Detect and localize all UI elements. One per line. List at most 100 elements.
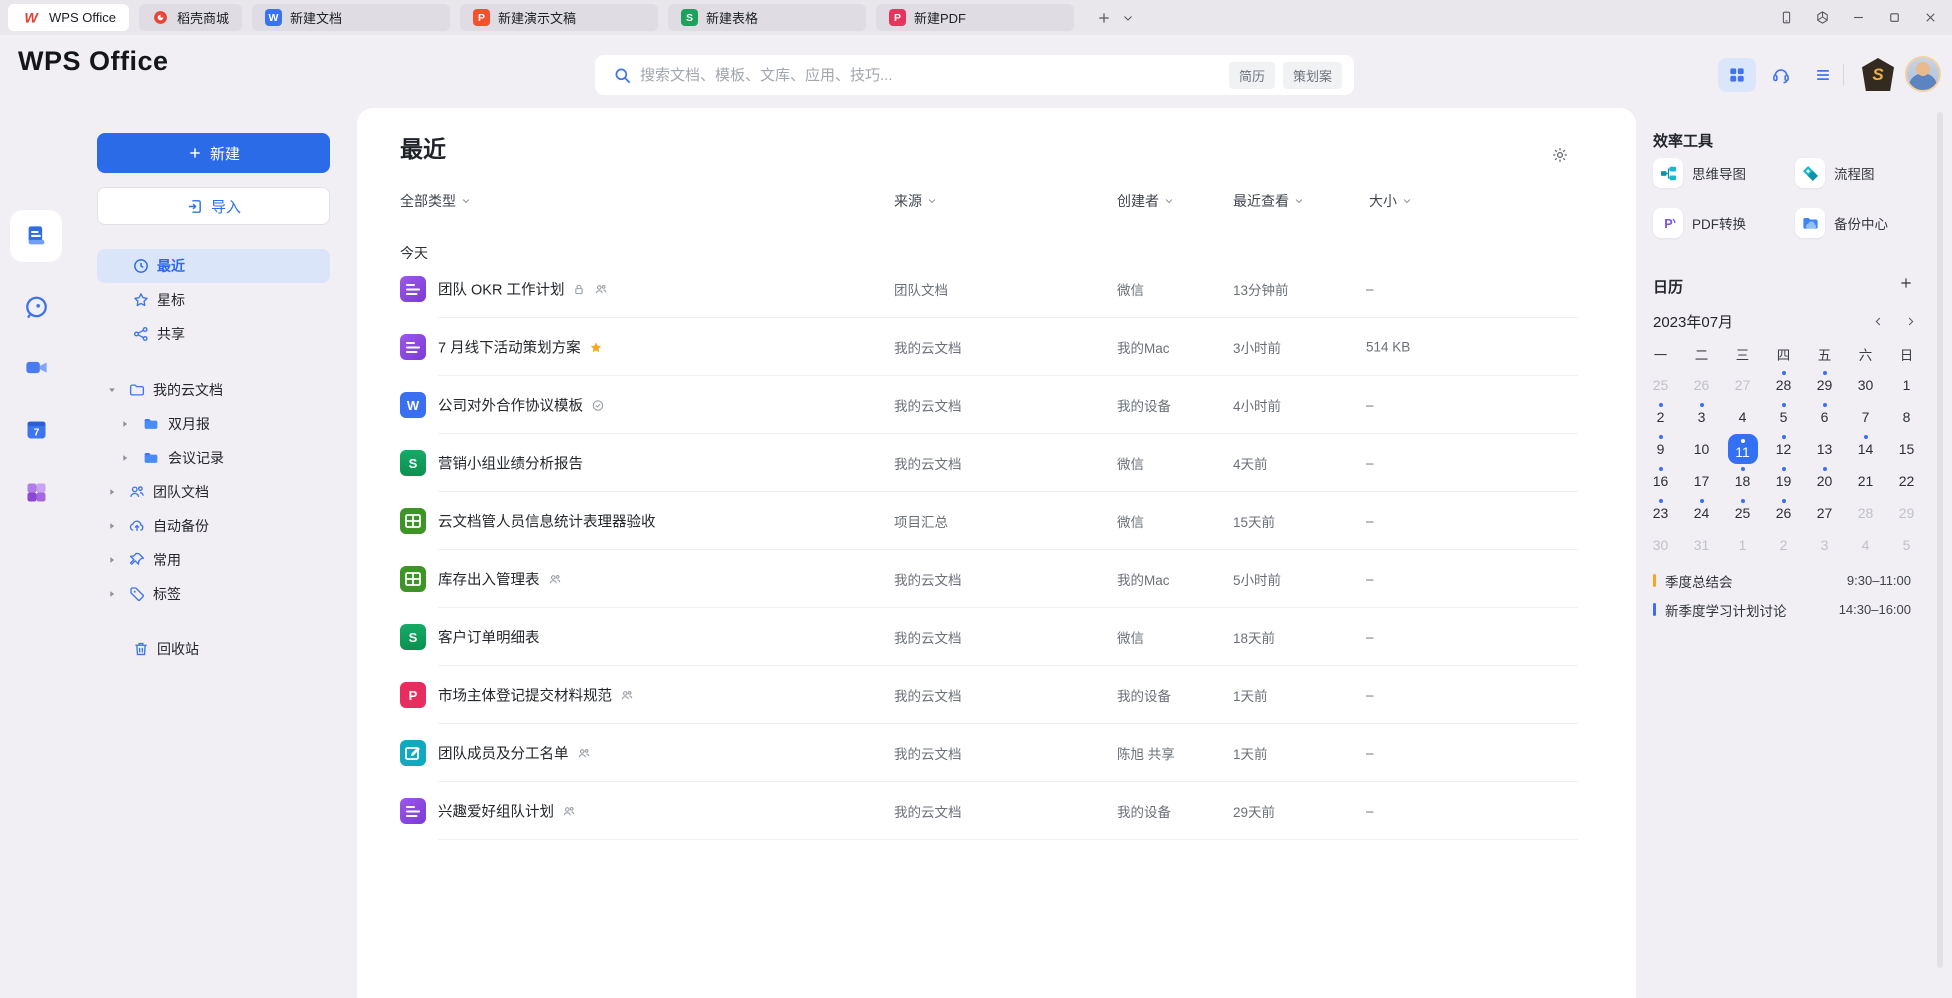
caret-right-icon[interactable] bbox=[107, 521, 117, 531]
rail-docs-button[interactable] bbox=[10, 210, 62, 262]
scrollbar[interactable] bbox=[1937, 112, 1943, 968]
filter-2[interactable]: 创建者 bbox=[1117, 191, 1174, 211]
calendar-day[interactable]: 27 bbox=[1722, 369, 1763, 401]
calendar-day[interactable]: 4 bbox=[1845, 529, 1886, 561]
apps-grid-button[interactable] bbox=[1718, 58, 1756, 92]
calendar-day[interactable]: 22 bbox=[1886, 465, 1927, 497]
tool-3[interactable]: 备份中心 bbox=[1795, 208, 1888, 238]
calendar-day[interactable]: 5 bbox=[1763, 401, 1804, 433]
minimize-icon[interactable] bbox=[1851, 10, 1866, 25]
search-input[interactable] bbox=[640, 67, 1221, 84]
search-bar[interactable]: 简历策划案 bbox=[595, 55, 1354, 95]
calendar-day[interactable]: 14 bbox=[1845, 433, 1886, 465]
tab-4[interactable]: S新建表格 bbox=[668, 4, 866, 31]
calendar-day[interactable]: 12 bbox=[1763, 433, 1804, 465]
calendar-day[interactable]: 17 bbox=[1681, 465, 1722, 497]
rail-chat-button[interactable] bbox=[10, 281, 62, 333]
rail-meeting-button[interactable] bbox=[10, 341, 62, 393]
file-row[interactable]: 云文档管人员信息统计表理器验收 项目汇总 微信 15天前 – bbox=[357, 492, 1636, 550]
calendar-day[interactable]: 30 bbox=[1845, 369, 1886, 401]
rail-apps-button[interactable] bbox=[10, 466, 62, 518]
tab-3[interactable]: P新建演示文稿 bbox=[460, 4, 658, 31]
sidebar-item-trash[interactable]: 回收站 bbox=[80, 632, 345, 666]
tool-2[interactable]: PPDF转换 bbox=[1653, 208, 1746, 238]
tab-5[interactable]: P新建PDF bbox=[876, 4, 1074, 31]
calendar-day[interactable]: 21 bbox=[1845, 465, 1886, 497]
filter-3[interactable]: 最近查看 bbox=[1233, 191, 1304, 211]
workspace-icon[interactable] bbox=[1815, 10, 1830, 25]
caret-right-icon[interactable] bbox=[107, 589, 117, 599]
calendar-day[interactable]: 15 bbox=[1886, 433, 1927, 465]
sidebar-item-0[interactable]: 最近 bbox=[80, 249, 345, 283]
calendar-day[interactable]: 1 bbox=[1722, 529, 1763, 561]
mobile-icon[interactable] bbox=[1779, 10, 1794, 25]
calendar-day[interactable]: 28 bbox=[1763, 369, 1804, 401]
file-row[interactable]: W 公司对外合作协议模板 我的云文档 我的设备 4小时前 – bbox=[357, 376, 1636, 434]
calendar-day[interactable]: 24 bbox=[1681, 497, 1722, 529]
search-tag[interactable]: 策划案 bbox=[1283, 62, 1342, 89]
calendar-day[interactable]: 8 bbox=[1886, 401, 1927, 433]
caret-right-icon[interactable] bbox=[120, 419, 130, 429]
calendar-day[interactable]: 2 bbox=[1640, 401, 1681, 433]
file-row[interactable]: 团队 OKR 工作计划 团队文档 微信 13分钟前 – bbox=[357, 260, 1636, 318]
file-row[interactable]: 7 月线下活动策划方案 我的云文档 我的Mac 3小时前 514 KB bbox=[357, 318, 1636, 376]
calendar-day[interactable]: 16 bbox=[1640, 465, 1681, 497]
calendar-day[interactable]: 26 bbox=[1763, 497, 1804, 529]
filter-4[interactable]: 大小 bbox=[1369, 191, 1412, 211]
file-row[interactable]: 兴趣爱好组队计划 我的云文档 我的设备 29天前 – bbox=[357, 782, 1636, 840]
sidebar-item-1[interactable]: 星标 bbox=[80, 283, 345, 317]
calendar-day[interactable]: 1 bbox=[1886, 369, 1927, 401]
calendar-add-button[interactable] bbox=[1895, 272, 1917, 294]
calendar-day[interactable]: 23 bbox=[1640, 497, 1681, 529]
maximize-icon[interactable] bbox=[1887, 10, 1902, 25]
calendar-day[interactable]: 30 bbox=[1640, 529, 1681, 561]
new-tab-button[interactable] bbox=[1092, 6, 1116, 30]
close-icon[interactable] bbox=[1923, 10, 1938, 25]
calendar-day[interactable]: 25 bbox=[1640, 369, 1681, 401]
new-document-button[interactable]: 新建 bbox=[97, 133, 330, 173]
caret-right-icon[interactable] bbox=[120, 453, 130, 463]
sidebar-tree-1[interactable]: 团队文档 bbox=[80, 475, 345, 509]
calendar-day[interactable]: 25 bbox=[1722, 497, 1763, 529]
calendar-day[interactable]: 18 bbox=[1722, 465, 1763, 497]
calendar-day[interactable]: 26 bbox=[1681, 369, 1722, 401]
calendar-day[interactable]: 29 bbox=[1886, 497, 1927, 529]
rail-calendar-button[interactable]: 7 bbox=[10, 403, 62, 455]
avatar[interactable] bbox=[1905, 56, 1941, 92]
list-settings-button[interactable] bbox=[1547, 142, 1573, 168]
tab-list-dropdown[interactable] bbox=[1116, 6, 1140, 30]
calendar-next-button[interactable] bbox=[1900, 311, 1920, 331]
search-tag[interactable]: 简历 bbox=[1229, 62, 1275, 89]
caret-down-icon[interactable] bbox=[107, 385, 117, 395]
calendar-day[interactable]: 7 bbox=[1845, 401, 1886, 433]
calendar-event[interactable]: 季度总结会9:30–11:00 bbox=[1653, 566, 1911, 595]
filter-1[interactable]: 来源 bbox=[894, 191, 937, 211]
sidebar-tree-3[interactable]: 常用 bbox=[80, 543, 345, 577]
tab-2[interactable]: W新建文档 bbox=[252, 4, 450, 31]
caret-right-icon[interactable] bbox=[107, 555, 117, 565]
calendar-day[interactable]: 28 bbox=[1845, 497, 1886, 529]
sidebar-tree-0-child-0[interactable]: 双月报 bbox=[80, 407, 345, 441]
menu-button[interactable] bbox=[1804, 58, 1842, 92]
import-button[interactable]: 导入 bbox=[97, 187, 330, 225]
file-row[interactable]: 库存出入管理表 我的云文档 我的Mac 5小时前 – bbox=[357, 550, 1636, 608]
calendar-day[interactable]: 10 bbox=[1681, 433, 1722, 465]
calendar-day[interactable]: 19 bbox=[1763, 465, 1804, 497]
membership-badge[interactable]: S bbox=[1862, 58, 1894, 91]
tool-0[interactable]: 思维导图 bbox=[1653, 158, 1746, 188]
file-row[interactable]: S 营销小组业绩分析报告 我的云文档 微信 4天前 – bbox=[357, 434, 1636, 492]
tab-0[interactable]: WWPS Office bbox=[8, 4, 129, 31]
calendar-day[interactable]: 2 bbox=[1763, 529, 1804, 561]
calendar-day[interactable]: 31 bbox=[1681, 529, 1722, 561]
calendar-day[interactable]: 13 bbox=[1804, 433, 1845, 465]
support-button[interactable] bbox=[1762, 58, 1800, 92]
sidebar-tree-0[interactable]: 我的云文档 bbox=[80, 373, 345, 407]
calendar-event[interactable]: 新季度学习计划讨论14:30–16:00 bbox=[1653, 595, 1911, 624]
tool-1[interactable]: 流程图 bbox=[1795, 158, 1875, 188]
calendar-day[interactable]: 20 bbox=[1804, 465, 1845, 497]
sidebar-tree-2[interactable]: 自动备份 bbox=[80, 509, 345, 543]
calendar-day[interactable]: 29 bbox=[1804, 369, 1845, 401]
file-row[interactable]: P 市场主体登记提交材料规范 我的云文档 我的设备 1天前 – bbox=[357, 666, 1636, 724]
calendar-day-selected[interactable]: 11 bbox=[1722, 433, 1763, 465]
calendar-day[interactable]: 9 bbox=[1640, 433, 1681, 465]
